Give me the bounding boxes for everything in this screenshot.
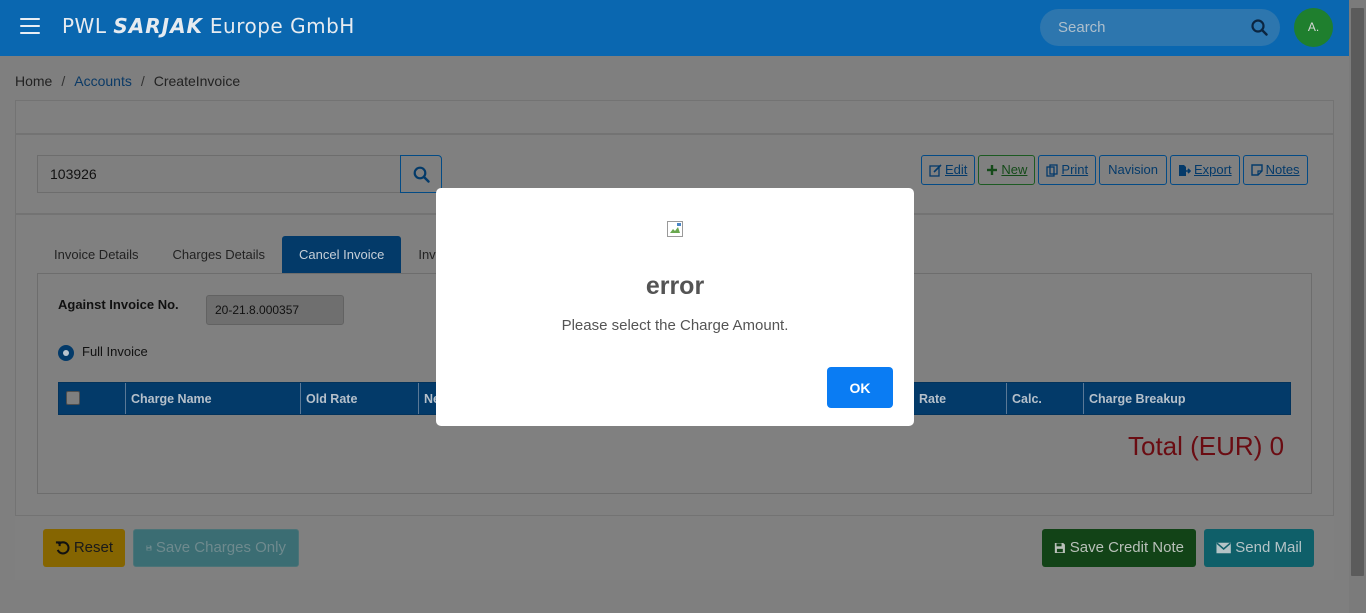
broken-image-icon [667,221,683,237]
action-toolbar: Edit New Print Navision Export Notes [921,155,1308,185]
search-icon[interactable] [1251,19,1268,36]
global-search [1040,9,1280,46]
print-button[interactable]: Print [1038,155,1097,185]
tab-cancel-invoice[interactable]: Cancel Invoice [282,236,402,273]
col-old-rate[interactable]: Old Rate [300,383,418,414]
notes-button[interactable]: Notes [1242,155,1308,185]
breadcrumb-current: CreateInvoice [153,73,241,89]
navision-button[interactable]: Navision [1099,155,1168,185]
total-amount: Total (EUR) 0 [1128,431,1285,461]
save-credit-note-button[interactable]: Save Credit Note [1042,529,1196,567]
top-navbar: PWL SARJAK Europe GmbH A. [0,0,1349,56]
ok-button[interactable]: OK [827,367,893,408]
save-icon [146,545,152,551]
hamburger-menu-icon[interactable] [20,18,40,36]
full-invoice-radio[interactable] [58,345,74,361]
col-rate[interactable]: Rate [913,383,1006,414]
col-charge-name[interactable]: Charge Name [125,383,300,414]
select-all-checkbox[interactable] [66,391,80,405]
dialog-title: error [645,272,705,300]
page-scrollbar[interactable] [1349,0,1366,613]
breadcrumb-home[interactable]: Home [15,73,52,89]
brand-prefix: PWL [62,14,107,38]
col-calc[interactable]: Calc. [1006,383,1083,414]
against-invoice-field: 20-21.8.000357 [206,295,344,325]
full-invoice-label: Full Invoice [82,344,148,359]
reset-button[interactable]: Reset [43,529,125,567]
breadcrumb-accounts[interactable]: Accounts [74,73,132,89]
search-icon [413,166,430,183]
export-label: Export [1194,162,1232,177]
dialog-message: Please select the Charge Amount. [561,317,789,334]
brand-logo[interactable]: PWL SARJAK Europe GmbH [62,14,355,38]
copy-icon [1046,163,1059,177]
save-credit-label: Save Credit Note [1069,539,1184,556]
breadcrumb: Home / Accounts / CreateInvoice [15,73,241,89]
top-panel [15,100,1334,134]
print-label: Print [1061,162,1089,177]
notes-label: Notes [1265,162,1300,177]
search-input[interactable] [1040,9,1240,46]
tab-charges-details[interactable]: Charges Details [156,236,283,273]
new-button[interactable]: New [978,155,1036,185]
scrollbar-thumb[interactable] [1351,8,1364,576]
file-export-icon [1179,164,1192,176]
export-button[interactable]: Export [1170,155,1240,185]
save-charges-label: Save Charges Only [155,539,286,556]
sticky-note-icon [1250,164,1263,176]
envelope-icon [1216,542,1231,554]
invoice-number-input[interactable]: 103926 [37,155,402,193]
plus-icon [987,165,998,175]
undo-icon [55,541,70,555]
brand-suffix: Europe GmbH [209,14,355,38]
edit-icon [929,163,942,177]
tab-invoice-details[interactable]: Invoice Details [37,236,156,273]
new-label: New [1001,162,1028,177]
against-invoice-label: Against Invoice No. [58,297,179,312]
error-dialog: error Please select the Charge Amount. O… [436,188,914,426]
save-charges-button[interactable]: Save Charges Only [133,529,299,567]
send-mail-button[interactable]: Send Mail [1204,529,1314,567]
send-mail-label: Send Mail [1235,539,1302,556]
invoice-search-button[interactable] [400,155,442,193]
reset-label: Reset [73,539,113,556]
edit-label: Edit [945,162,968,177]
brand-logo-text: SARJAK [113,14,204,38]
col-charge-breakup[interactable]: Charge Breakup [1083,383,1290,414]
navision-label: Navision [1108,162,1159,177]
invoice-tabs: Invoice Details Charges Details Cancel I… [37,236,460,273]
edit-button[interactable]: Edit [921,155,976,185]
avatar[interactable]: A. [1294,8,1333,47]
save-icon [1054,542,1065,554]
